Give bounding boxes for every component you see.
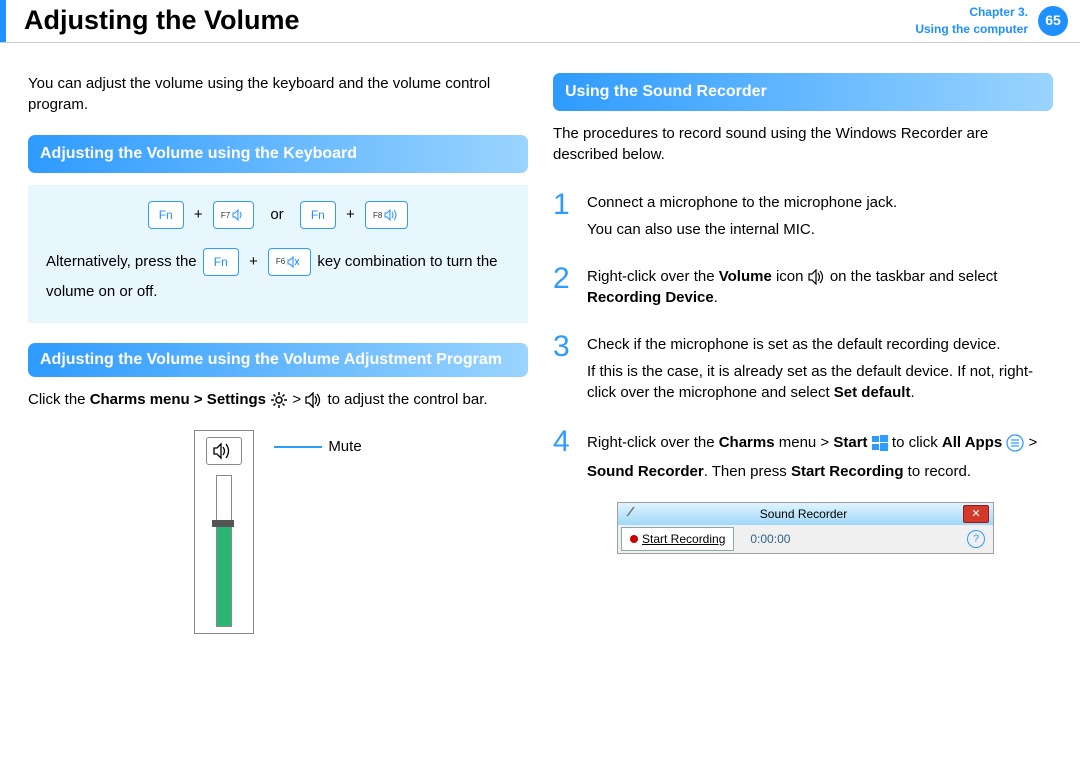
page-number: 65 xyxy=(1038,6,1068,36)
sound-recorder-title: Sound Recorder xyxy=(644,506,963,523)
mute-label: Mute xyxy=(328,436,361,457)
step-number: 3 xyxy=(553,332,575,409)
plus-icon: + xyxy=(194,206,203,223)
all-apps-icon xyxy=(1006,434,1024,452)
slider-fill xyxy=(217,521,231,626)
f8-key: F8 xyxy=(365,201,408,229)
charms-instruction: Click the Charms menu > Settings > to ad… xyxy=(28,389,528,410)
step-3: 3 Check if the microphone is set as the … xyxy=(553,332,1053,409)
f6-key: F6 xyxy=(268,248,311,276)
close-icon: ✕ xyxy=(971,507,980,522)
step-number: 1 xyxy=(553,190,575,246)
step-1-line1: Connect a microphone to the microphone j… xyxy=(587,192,1053,213)
step-number: 2 xyxy=(553,264,575,314)
keyboard-callout: Fn + F7 or Fn + F8 Alternatively, press … xyxy=(28,185,528,323)
windows-start-icon xyxy=(872,435,888,451)
sound-recorder-titlebar: Sound Recorder ✕ xyxy=(618,503,993,525)
recorder-intro: The procedures to record sound using the… xyxy=(553,123,1053,165)
header-accent-bar xyxy=(0,0,6,42)
alt-prefix: Alternatively, press the xyxy=(46,253,201,270)
settings-gear-icon xyxy=(270,391,288,409)
plus-icon-3: + xyxy=(249,253,258,270)
fn-key-3: Fn xyxy=(203,248,239,276)
fn-key-2: Fn xyxy=(300,201,336,229)
step-3-line2: If this is the case, it is already set a… xyxy=(587,361,1053,403)
microphone-icon xyxy=(624,505,638,524)
chapter-info: Chapter 3. Using the computer 65 xyxy=(915,0,1080,42)
close-button[interactable]: ✕ xyxy=(963,505,989,523)
slider-thumb[interactable] xyxy=(212,520,234,527)
page-title: Adjusting the Volume xyxy=(24,0,915,42)
slider-speaker-icon xyxy=(206,437,242,465)
plus-icon-2: + xyxy=(346,206,355,223)
volume-slider-widget: Mute xyxy=(28,430,528,634)
sound-recorder-window: Sound Recorder ✕ Start Recording 0:00:00… xyxy=(617,502,994,554)
slider-box xyxy=(194,430,254,634)
step-2: 2 Right-click over the Volume icon on th… xyxy=(553,264,1053,314)
volume-taskbar-icon xyxy=(808,269,826,285)
section-header-keyboard: Adjusting the Volume using the Keyboard xyxy=(28,135,528,173)
chapter-subline: Using the computer xyxy=(915,21,1028,38)
fn-key: Fn xyxy=(148,201,184,229)
section-header-program: Adjusting the Volume using the Volume Ad… xyxy=(28,343,528,377)
step-1: 1 Connect a microphone to the microphone… xyxy=(553,190,1053,246)
mute-indicator-line xyxy=(274,446,322,448)
page-header: Adjusting the Volume Chapter 3. Using th… xyxy=(0,0,1080,43)
step-3-line1: Check if the microphone is set as the de… xyxy=(587,334,1053,355)
left-column: You can adjust the volume using the keyb… xyxy=(28,73,528,634)
f7-key: F7 xyxy=(213,201,254,229)
step-1-line2: You can also use the internal MIC. xyxy=(587,219,1053,240)
help-button[interactable]: ? xyxy=(967,530,985,548)
section-header-recorder: Using the Sound Recorder xyxy=(553,73,1053,111)
slider-track[interactable] xyxy=(216,475,232,627)
step-number: 4 xyxy=(553,427,575,554)
step-2-text: Right-click over the Volume icon on the … xyxy=(587,266,1053,308)
speaker-icon xyxy=(305,392,323,408)
record-dot-icon xyxy=(630,535,638,543)
intro-text: You can adjust the volume using the keyb… xyxy=(28,73,528,115)
chapter-line: Chapter 3. xyxy=(915,4,1028,21)
right-column: Using the Sound Recorder The procedures … xyxy=(553,73,1053,634)
start-recording-button[interactable]: Start Recording xyxy=(621,527,734,551)
start-recording-label: Start Recording xyxy=(642,531,725,548)
help-icon: ? xyxy=(973,532,979,547)
step-4: 4 Right-click over the Charms menu > Sta… xyxy=(553,427,1053,554)
or-text: or xyxy=(270,204,283,225)
recorder-time: 0:00:00 xyxy=(750,531,790,548)
step-4-text: Right-click over the Charms menu > Start… xyxy=(587,429,1053,486)
